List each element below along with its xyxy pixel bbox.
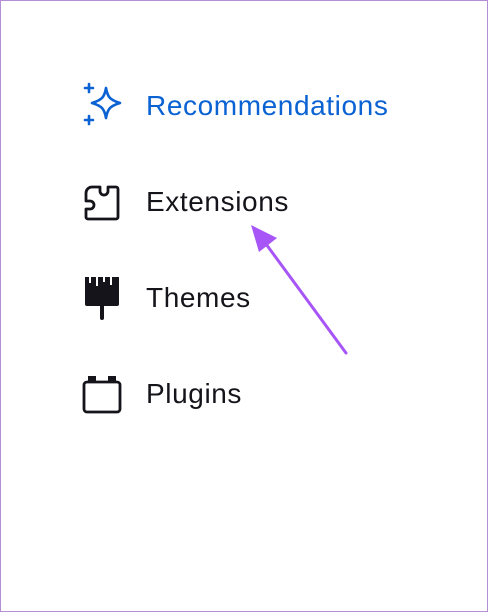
sidebar-item-label: Plugins [146, 378, 243, 409]
sidebar-item-plugins[interactable]: Plugins [78, 370, 458, 418]
paintbrush-icon [78, 274, 130, 322]
sidebar-item-label: Extensions [146, 186, 289, 217]
sidebar-item-recommendations[interactable]: Recommendations [78, 82, 458, 130]
plugin-block-icon [78, 370, 130, 418]
sidebar-item-themes[interactable]: Themes [78, 274, 458, 322]
sparkle-icon [78, 82, 130, 130]
sidebar-item-label: Recommendations [146, 90, 389, 121]
puzzle-piece-icon [78, 178, 130, 226]
sidebar-item-label: Themes [146, 282, 251, 313]
sidebar-item-extensions[interactable]: Extensions [78, 178, 458, 226]
addons-sidebar: Recommendations Extensions Themes Plugin… [0, 0, 488, 612]
